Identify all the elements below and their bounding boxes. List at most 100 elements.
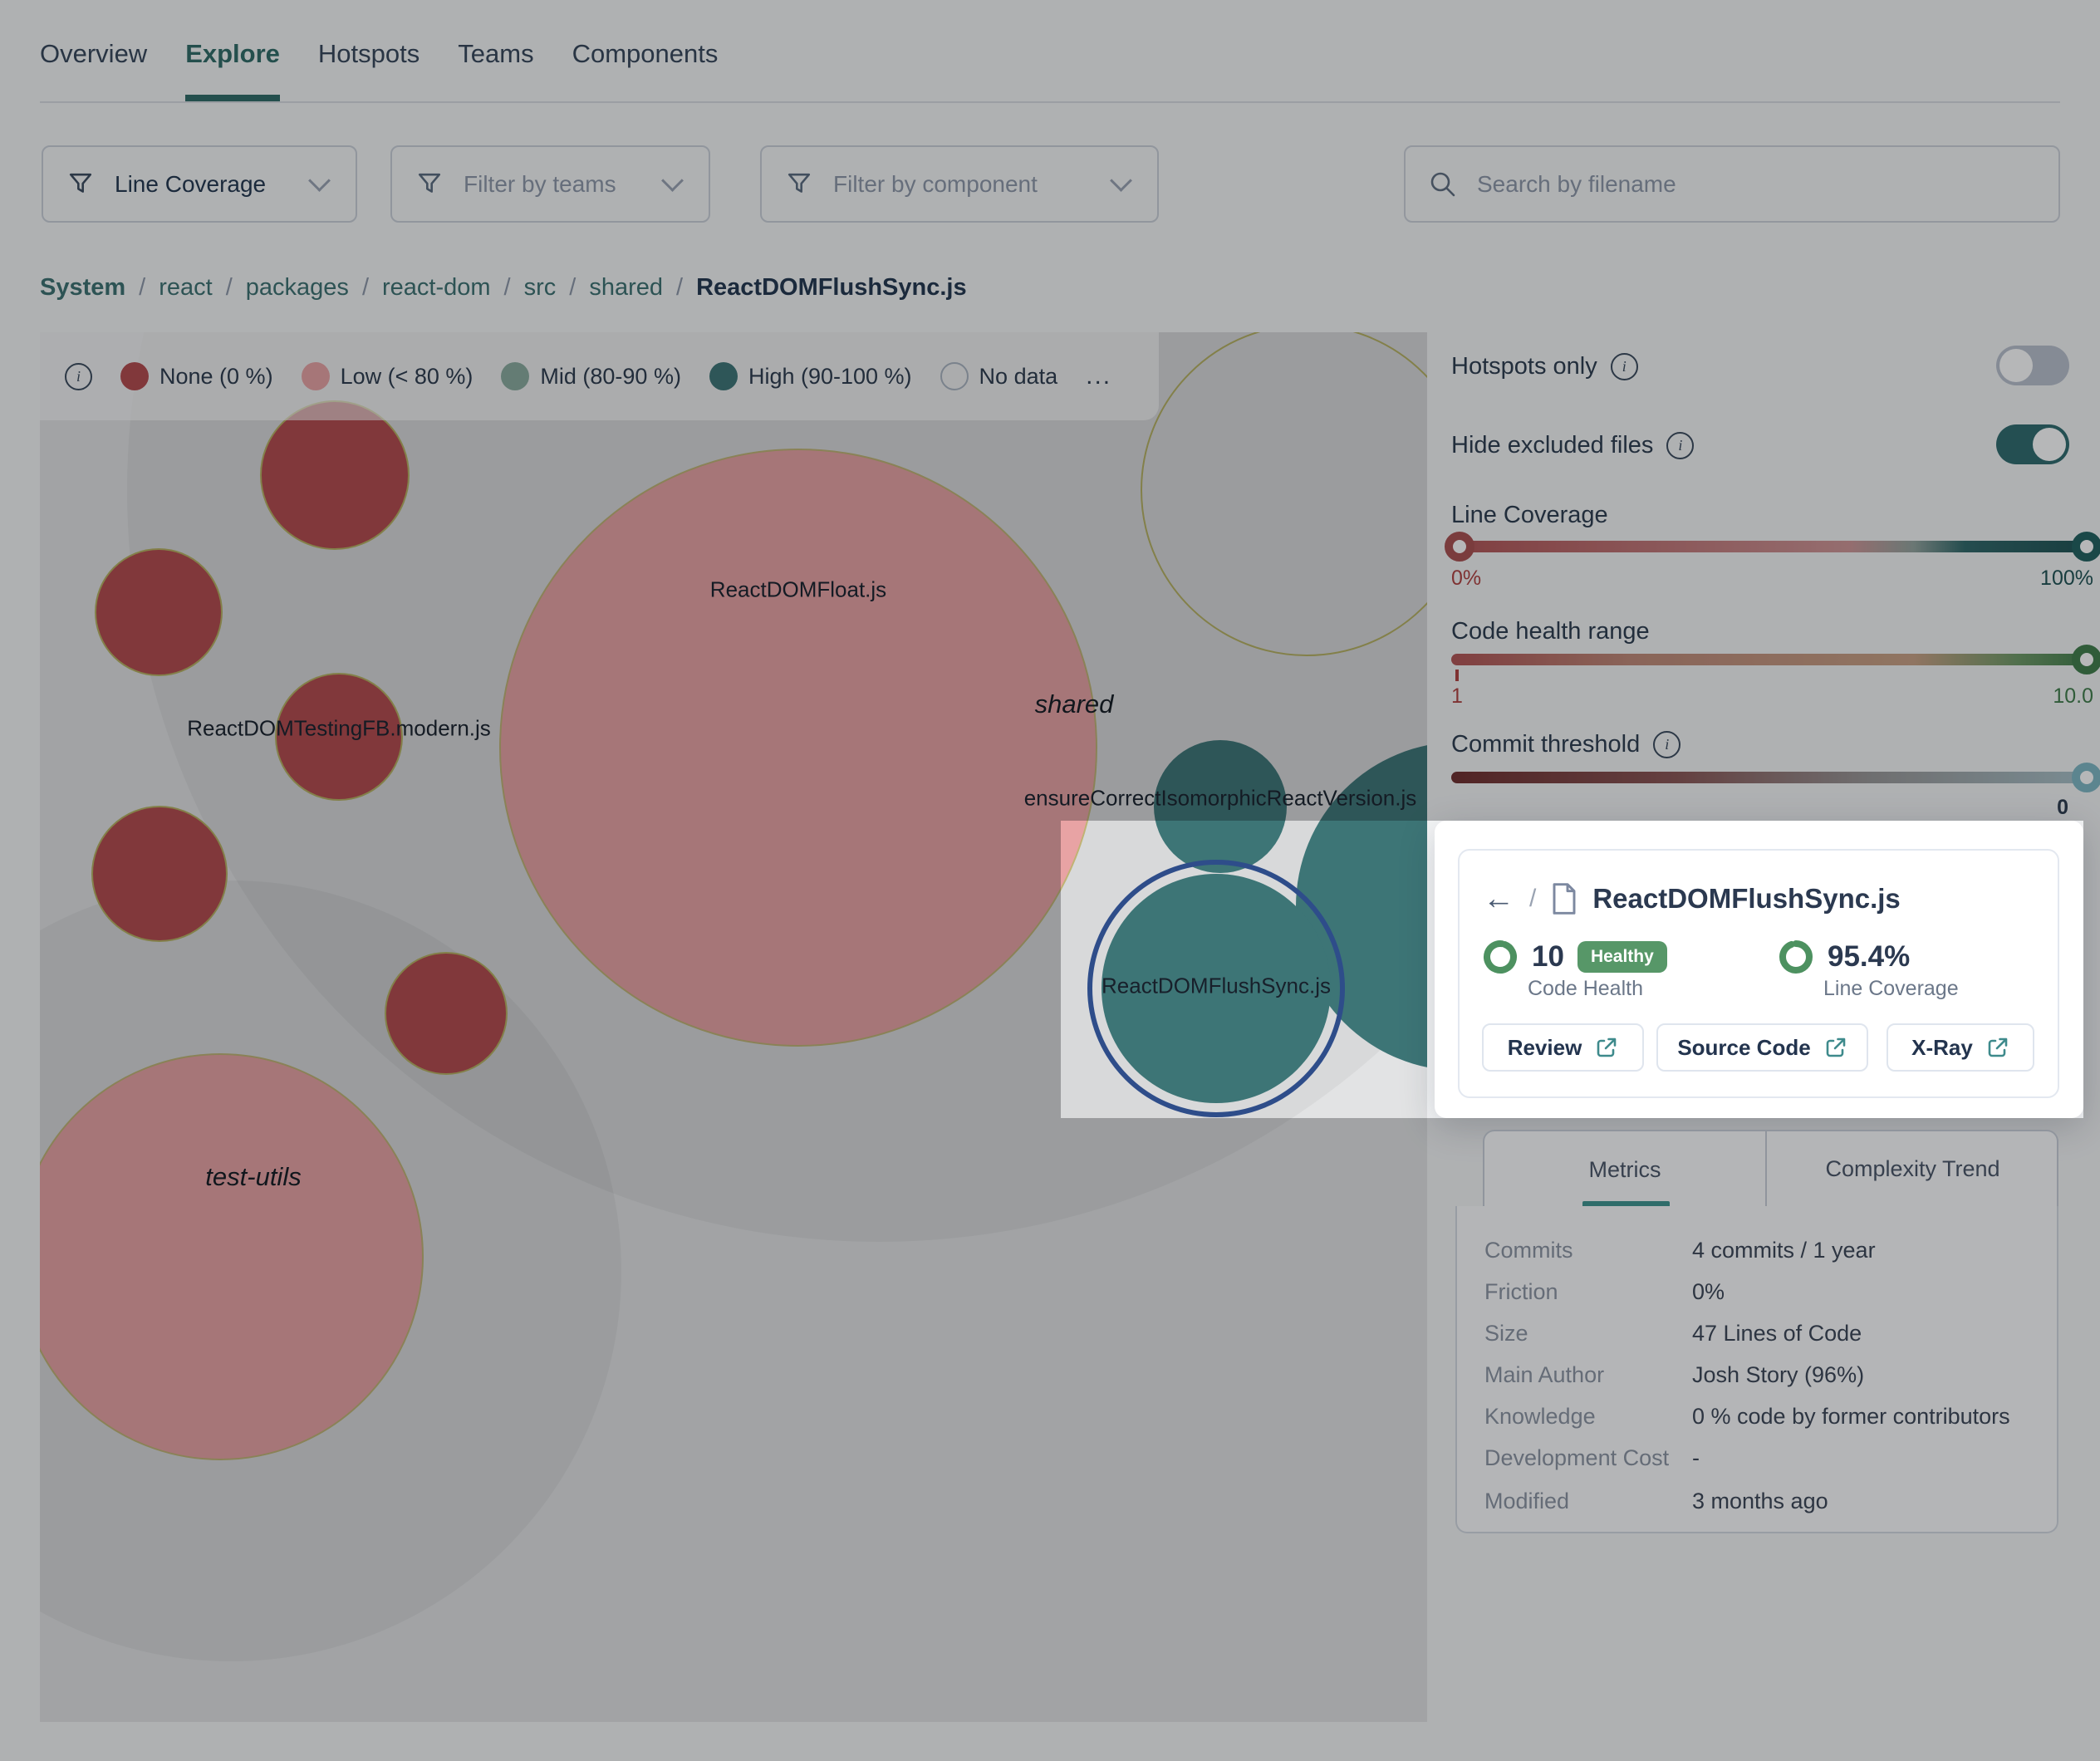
- code-health-slider[interactable]: [1451, 654, 2093, 665]
- metric-label: Knowledge: [1484, 1404, 1692, 1430]
- commit-threshold-value: 0: [1994, 796, 2068, 820]
- metric-label: Main Author: [1484, 1362, 1692, 1388]
- line-coverage-ring-icon: [1778, 939, 1814, 975]
- line-coverage-caption: Line Coverage: [1823, 977, 1959, 1001]
- commit-threshold-handle[interactable]: [2072, 763, 2100, 792]
- breadcrumb-item[interactable]: react: [159, 274, 212, 302]
- bubble-none[interactable]: [260, 400, 410, 550]
- nav-tab-components[interactable]: Components: [572, 33, 719, 75]
- health-status-badge: Healthy: [1577, 941, 1667, 973]
- component-filter-dropdown[interactable]: Filter by component: [760, 145, 1159, 223]
- line-coverage-slider[interactable]: [1451, 541, 2093, 552]
- legend-dot-icon: [709, 362, 738, 390]
- breadcrumb-item[interactable]: packages: [246, 274, 349, 302]
- nav-tab-overview[interactable]: Overview: [40, 33, 147, 75]
- group-label-test-utils: test-utils: [205, 1162, 301, 1192]
- hide-excluded-toggle[interactable]: [1996, 424, 2069, 464]
- external-link-icon: [1824, 1036, 1847, 1059]
- nav-tab-teams[interactable]: Teams: [458, 33, 533, 75]
- bubble-none[interactable]: [385, 952, 508, 1075]
- metric-row-main-author: Main AuthorJosh Story (96%): [1484, 1354, 2040, 1396]
- teams-filter-dropdown[interactable]: Filter by teams: [390, 145, 710, 223]
- legend-item: High (90-100 %): [709, 362, 912, 390]
- metric-filter-dropdown[interactable]: Line Coverage: [42, 145, 357, 223]
- breadcrumb-item[interactable]: src: [524, 274, 557, 302]
- info-icon[interactable]: i: [1653, 731, 1680, 758]
- toggle-knob: [1999, 349, 2033, 382]
- legend-item: Low (< 80 %): [302, 362, 473, 390]
- info-icon[interactable]: i: [1666, 432, 1694, 459]
- legend-item: Mid (80-90 %): [501, 362, 681, 390]
- dim-overlay: [2083, 821, 2100, 1118]
- detail-title-row: ← / ReactDOMFlushSync.js: [1483, 882, 1901, 915]
- funnel-icon: [417, 172, 442, 197]
- funnel-icon: [787, 172, 812, 197]
- search-placeholder: Search by filename: [1477, 171, 1676, 198]
- line-coverage-min-handle[interactable]: [1445, 532, 1474, 562]
- line-coverage-value: 95.4%: [1828, 940, 1910, 974]
- breadcrumb-item[interactable]: System: [40, 274, 125, 302]
- metric-value: 0%: [1692, 1279, 1725, 1305]
- breadcrumb-item[interactable]: react-dom: [382, 274, 491, 302]
- legend-dot-icon: [501, 362, 529, 390]
- metric-filter-value: Line Coverage: [115, 171, 266, 198]
- line-coverage-max-handle[interactable]: [2072, 532, 2100, 562]
- nav-tab-hotspots[interactable]: Hotspots: [318, 33, 420, 75]
- hide-excluded-label: Hide excluded files i: [1451, 432, 1694, 459]
- chevron-down-icon: [308, 169, 331, 192]
- metric-row-development-cost: Development Cost-: [1484, 1437, 2040, 1479]
- tab-complexity-trend[interactable]: Complexity Trend: [1765, 1131, 2058, 1208]
- primary-nav: Overview Explore Hotspots Teams Components: [40, 33, 718, 75]
- commit-threshold-slider[interactable]: [1451, 772, 2093, 783]
- breadcrumb-separator: /: [569, 274, 576, 302]
- metric-label: Modified: [1484, 1489, 1692, 1514]
- metrics-table: Commits4 commits / 1 yearFriction0%Size4…: [1455, 1206, 2058, 1533]
- info-icon[interactable]: i: [1611, 353, 1638, 380]
- filename-search-input[interactable]: Search by filename: [1404, 145, 2060, 223]
- bubble-none[interactable]: [95, 548, 223, 676]
- metric-label: Friction: [1484, 1279, 1692, 1305]
- legend-more-button[interactable]: ...: [1086, 362, 1111, 390]
- metric-value: 0 % code by former contributors: [1692, 1404, 2010, 1430]
- teams-filter-placeholder: Filter by teams: [464, 171, 616, 198]
- metric-row-modified: Modified3 months ago: [1484, 1480, 2040, 1522]
- code-health-max-value: 10.0: [2019, 684, 2093, 709]
- breadcrumb-separator: /: [676, 274, 683, 302]
- hotspots-only-toggle[interactable]: [1996, 346, 2069, 385]
- bubble-ReactDOMFloat.js[interactable]: [499, 449, 1097, 1047]
- metric-value: 3 months ago: [1692, 1489, 1828, 1514]
- code-health-value: 10: [1532, 940, 1564, 974]
- nav-tab-explore[interactable]: Explore: [185, 33, 280, 75]
- code-health-ring-icon: [1482, 939, 1519, 975]
- component-filter-placeholder: Filter by component: [833, 171, 1038, 198]
- breadcrumb-separator: /: [226, 274, 233, 302]
- bubble-label: ReactDOMFloat.js: [710, 577, 886, 603]
- commit-threshold-label: Commit threshold i: [1451, 731, 1680, 758]
- breadcrumb-item[interactable]: shared: [589, 274, 663, 302]
- metric-row-commits: Commits4 commits / 1 year: [1484, 1229, 2040, 1271]
- code-health-min-tick: [1455, 670, 1459, 681]
- metric-row-friction: Friction0%: [1484, 1271, 2040, 1312]
- search-icon: [1429, 170, 1457, 199]
- button-label: X-Ray: [1911, 1035, 1973, 1061]
- code-health-caption: Code Health: [1528, 977, 1643, 1001]
- legend-item: None (0 %): [120, 362, 273, 390]
- legend-dot-icon: [302, 362, 330, 390]
- tab-metrics[interactable]: Metrics: [1484, 1131, 1765, 1208]
- toggle-knob: [2033, 428, 2066, 461]
- x-ray-button[interactable]: X-Ray: [1887, 1023, 2034, 1072]
- legend-info-icon[interactable]: i: [65, 363, 92, 390]
- code-health-max-handle[interactable]: [2072, 645, 2100, 674]
- breadcrumb-separator: /: [139, 274, 145, 302]
- bubble-label: ensureCorrectIsomorphicReactVersion.js: [1024, 786, 1417, 812]
- coverage-bubble-chart[interactable]: ReactDOMTestingFB.modern.jsReactDOMFloat…: [40, 332, 1427, 1722]
- review-button[interactable]: Review: [1482, 1023, 1644, 1072]
- external-link-icon: [1595, 1036, 1618, 1059]
- metric-label: Commits: [1484, 1238, 1692, 1263]
- source-code-button[interactable]: Source Code: [1656, 1023, 1868, 1072]
- button-label: Review: [1508, 1035, 1582, 1061]
- back-arrow-icon[interactable]: ←: [1483, 883, 1514, 915]
- bubble-none[interactable]: [91, 806, 228, 942]
- button-label: Source Code: [1677, 1035, 1810, 1061]
- bubble-label: ReactDOMFlushSync.js: [1102, 974, 1331, 999]
